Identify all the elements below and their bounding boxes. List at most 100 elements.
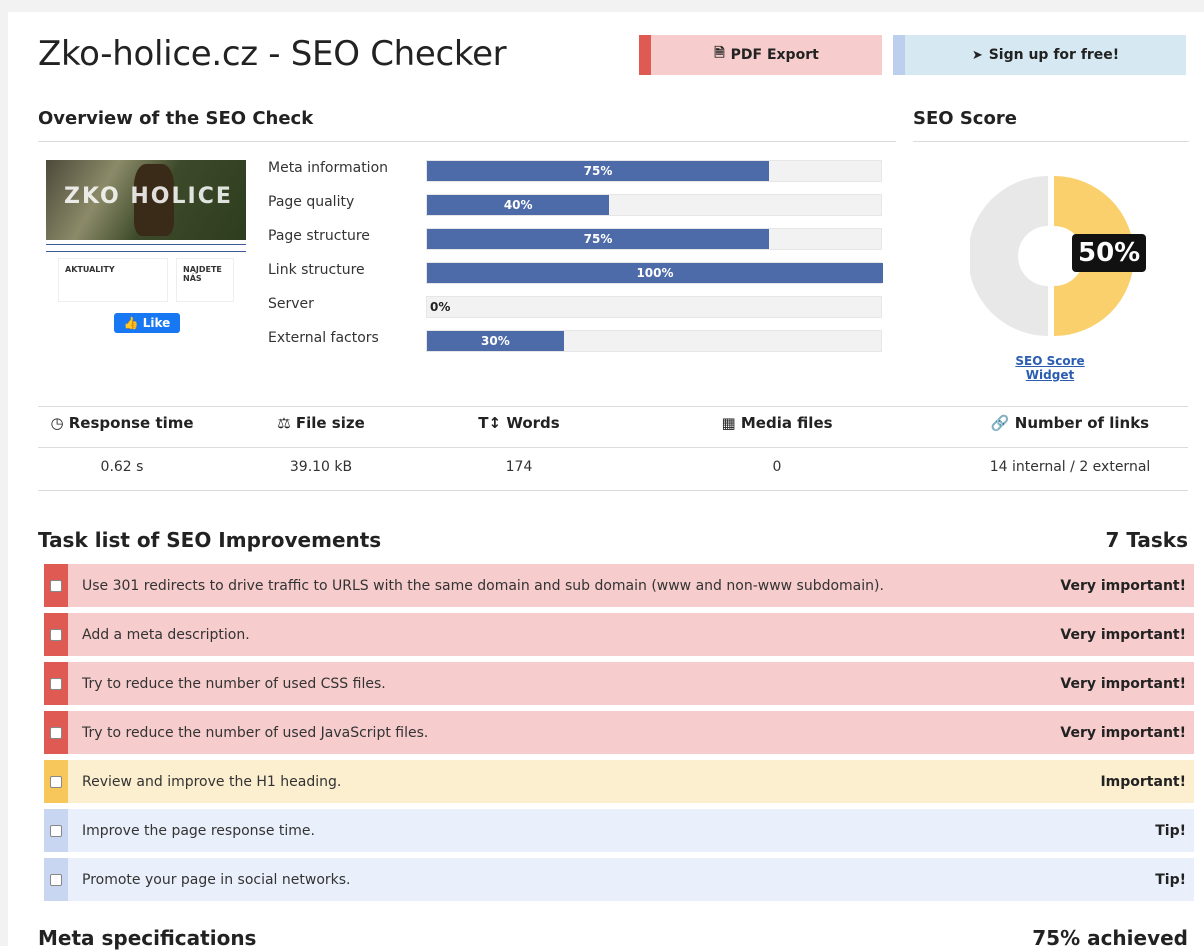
task-row[interactable]: Try to reduce the number of used CSS fil…	[44, 662, 1194, 705]
task-row[interactable]: Improve the page response time. Tip!	[44, 809, 1194, 852]
task-text: Try to reduce the number of used JavaScr…	[82, 724, 429, 741]
stats-top-divider	[38, 406, 1188, 407]
metric-bar-fill: 100%	[427, 263, 883, 283]
pdf-export-label: PDF Export	[730, 47, 819, 63]
thumbnail-body: AKTUALITY NAJDETE NÁS	[46, 252, 246, 308]
task-row[interactable]: Review and improve the H1 heading. Import…	[44, 760, 1194, 803]
stat-header-file-size: ⚖ File size	[277, 414, 365, 432]
task-priority: Very important!	[1060, 626, 1186, 643]
score-value: 50%	[1072, 234, 1147, 272]
stat-header-media-files: ▦ Media files	[721, 414, 833, 432]
task-row[interactable]: Add a meta description. Very important!	[44, 613, 1194, 656]
task-text: Try to reduce the number of used CSS fil…	[82, 675, 386, 692]
metric-label: Link structure	[268, 262, 365, 278]
task-priority-marker	[44, 760, 68, 803]
metric-label: External factors	[268, 330, 379, 346]
metric-bar-fill: 75%	[427, 229, 769, 249]
metric-bar: 75%	[426, 228, 882, 250]
facebook-like-button[interactable]: 👍 Like	[114, 313, 180, 333]
task-checkbox[interactable]	[50, 726, 62, 739]
metric-label: Server	[268, 296, 314, 312]
sign-up-label: Sign up for free!	[988, 47, 1120, 63]
task-priority: Tip!	[1155, 871, 1186, 888]
stat-media-files: 0	[772, 459, 782, 475]
metric-bar: 40%	[426, 194, 882, 216]
task-checkbox[interactable]	[50, 579, 62, 592]
scale-icon: ⚖	[277, 414, 296, 432]
meta-specifications-heading: Meta specifications	[38, 926, 257, 950]
stat-response-time: 0.62 s	[100, 459, 144, 475]
task-priority: Very important!	[1060, 724, 1186, 741]
task-checkbox[interactable]	[50, 677, 62, 690]
task-priority: Tip!	[1155, 822, 1186, 839]
arrow-circle-icon: ➤	[971, 47, 983, 63]
task-checkbox[interactable]	[50, 628, 62, 641]
metric-bar-fill: 30%	[427, 331, 564, 351]
task-priority-marker	[44, 711, 68, 754]
meta-achieved: 75% achieved	[1032, 926, 1188, 950]
stats-value-row: 0.62 s 39.10 kB 174 0 14 internal / 2 ex…	[38, 459, 1188, 475]
clock-icon: ◷	[50, 414, 69, 432]
stat-words: 174	[505, 459, 533, 475]
task-priority-marker	[44, 858, 68, 901]
task-priority: Very important!	[1060, 577, 1186, 594]
metric-label: Page structure	[268, 228, 370, 244]
metric-bar: 100%	[426, 262, 883, 284]
stat-links: 14 internal / 2 external	[989, 459, 1151, 475]
overview-divider	[38, 141, 896, 142]
metric-bar-value: 0%	[430, 300, 451, 314]
task-priority: Important!	[1100, 773, 1186, 790]
task-text: Improve the page response time.	[82, 822, 315, 839]
like-label: Like	[142, 316, 171, 330]
task-row[interactable]: Promote your page in social networks. Tip…	[44, 858, 1194, 901]
stat-header-response-time: ◷ Response time	[50, 414, 194, 432]
thumbnail-banner: ZKO HOLICE	[46, 160, 246, 240]
metric-label: Meta information	[268, 160, 389, 176]
seo-score-widget-link[interactable]: SEO Score Widget	[990, 354, 1110, 382]
pdf-export-button[interactable]: 🗎 PDF Export	[639, 35, 882, 75]
thumbnail-news-box: AKTUALITY	[58, 258, 168, 302]
metric-bar: 0%	[426, 296, 882, 318]
image-icon: ▦	[721, 414, 741, 432]
task-text: Add a meta description.	[82, 626, 250, 643]
task-priority-marker	[44, 613, 68, 656]
stats-bottom-divider	[38, 490, 1188, 491]
tasks-count: 7 Tasks	[1105, 528, 1188, 552]
metric-label: Page quality	[268, 194, 355, 210]
file-pdf-icon: 🗎	[714, 46, 725, 61]
stat-header-words: T↕ Words	[478, 414, 560, 432]
task-text: Review and improve the H1 heading.	[82, 773, 342, 790]
score-divider	[913, 141, 1189, 142]
text-height-icon: T↕	[478, 414, 507, 432]
metric-bar-fill: 40%	[427, 195, 610, 215]
site-thumbnail[interactable]: ZKO HOLICE AKTUALITY NAJDETE NÁS	[46, 160, 246, 312]
task-checkbox[interactable]	[50, 824, 62, 837]
task-priority-marker	[44, 662, 68, 705]
link-icon: 🔗	[990, 414, 1015, 432]
task-row[interactable]: Use 301 redirects to drive traffic to UR…	[44, 564, 1194, 607]
task-row[interactable]: Try to reduce the number of used JavaScr…	[44, 711, 1194, 754]
task-priority: Very important!	[1060, 675, 1186, 692]
thumbnail-logo: ZKO HOLICE	[64, 184, 233, 209]
metric-bar: 30%	[426, 330, 882, 352]
overview-heading: Overview of the SEO Check	[38, 108, 314, 129]
stats-mid-divider	[38, 447, 1188, 448]
thumbnail-contact-box: NAJDETE NÁS	[176, 258, 234, 302]
task-text: Promote your page in social networks.	[82, 871, 351, 888]
tasks-heading: Task list of SEO Improvements	[38, 528, 382, 552]
stat-file-size: 39.10 kB	[289, 459, 353, 475]
stat-header-links: 🔗 Number of links	[990, 414, 1150, 432]
task-text: Use 301 redirects to drive traffic to UR…	[82, 577, 884, 594]
task-checkbox[interactable]	[50, 873, 62, 886]
task-checkbox[interactable]	[50, 775, 62, 788]
task-priority-marker	[44, 564, 68, 607]
stats-header-row: ◷ Response time ⚖ File size T↕ Words ▦ M…	[38, 414, 1188, 432]
metric-bar: 75%	[426, 160, 882, 182]
score-remaining-arc	[970, 176, 1048, 336]
page-title: Zko-holice.cz - SEO Checker	[38, 34, 507, 74]
metric-bar-fill: 75%	[427, 161, 769, 181]
seo-score-heading: SEO Score	[913, 108, 1017, 129]
thumbnail-nav	[46, 244, 246, 252]
page-header: Zko-holice.cz - SEO Checker	[38, 34, 507, 74]
sign-up-button[interactable]: ➤ Sign up for free!	[893, 35, 1186, 75]
